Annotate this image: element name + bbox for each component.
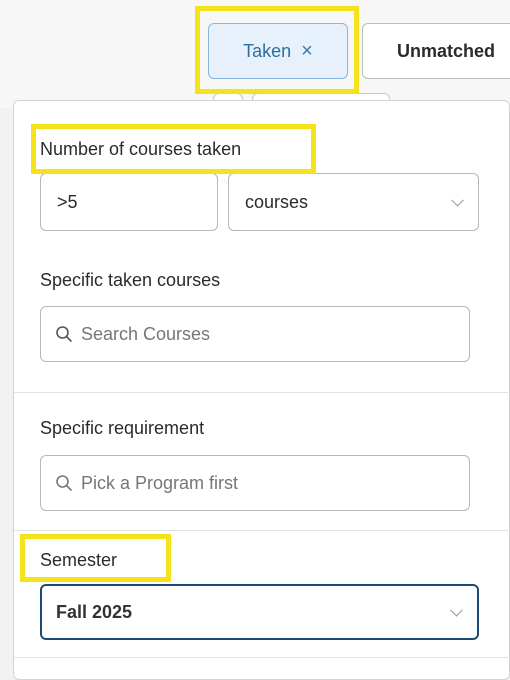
filter-chip-taken[interactable]: Taken × (208, 23, 348, 79)
chevron-down-icon (450, 603, 463, 617)
section-divider (14, 530, 508, 531)
number-of-courses-input[interactable]: >5 (40, 173, 218, 231)
filter-chip-unmatched-label: Unmatched (397, 40, 496, 61)
specific-courses-label: Specific taken courses (40, 270, 221, 290)
close-icon[interactable]: × (301, 41, 313, 61)
courses-unit-select[interactable]: courses (228, 173, 479, 231)
number-of-courses-label: Number of courses taken (40, 139, 242, 159)
filter-chip-unmatched[interactable]: Unmatched (362, 23, 510, 79)
specific-requirement-label: Specific requirement (40, 418, 205, 438)
number-of-courses-value: >5 (57, 191, 78, 212)
chevron-down-icon (451, 193, 464, 207)
requirement-search-input[interactable]: Pick a Program first (40, 455, 470, 511)
section-divider (14, 657, 508, 658)
filter-chip-taken-label: Taken (243, 40, 292, 61)
search-courses-input[interactable]: Search Courses (40, 306, 470, 362)
search-icon (56, 326, 72, 342)
semester-value: Fall 2025 (56, 601, 133, 622)
semester-select[interactable]: Fall 2025 (40, 584, 479, 640)
search-icon (56, 475, 72, 491)
courses-unit-value: courses (245, 191, 309, 212)
requirement-placeholder: Pick a Program first (81, 472, 239, 493)
search-courses-placeholder: Search Courses (81, 323, 211, 344)
section-divider (14, 392, 508, 393)
semester-label: Semester (40, 550, 118, 570)
